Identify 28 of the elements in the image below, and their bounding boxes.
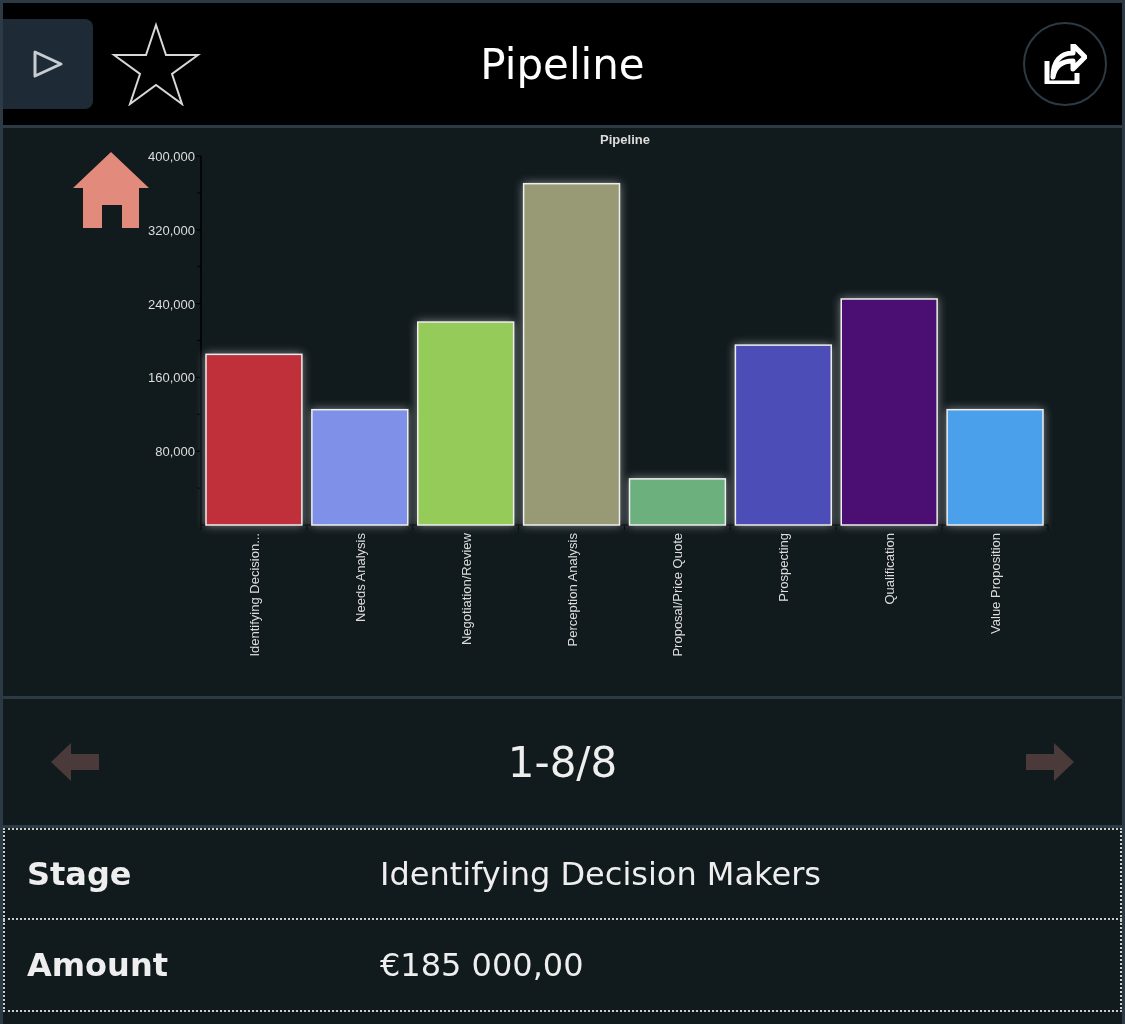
x-tick-label: Prospecting — [776, 533, 792, 602]
y-tick-label: 400,000 — [148, 149, 195, 164]
share-icon — [1043, 44, 1087, 84]
star-icon[interactable] — [111, 22, 201, 106]
x-tick-label: Identifying Decision... — [246, 533, 262, 657]
field-value: €185 000,00 — [380, 946, 584, 984]
home-icon[interactable] — [73, 152, 149, 228]
page-counter: 1-8/8 — [507, 737, 618, 787]
field-value: Identifying Decision Makers — [380, 855, 821, 893]
y-tick-label: 80,000 — [155, 444, 195, 460]
x-tick-label: Qualification — [882, 533, 898, 605]
chart-title: Pipeline — [600, 132, 650, 147]
y-tick-label: 320,000 — [148, 222, 195, 238]
x-tick-label: Value Proposition — [988, 533, 1004, 634]
x-tick-label: Negotiation/Review — [458, 533, 474, 645]
bar[interactable] — [734, 344, 832, 526]
field-label: Amount — [26, 946, 169, 984]
bar[interactable] — [522, 182, 621, 526]
x-tick-label: Proposal/Price Quote — [670, 533, 686, 657]
play-button[interactable] — [3, 19, 93, 109]
y-tick-label: 240,000 — [148, 296, 195, 312]
x-tick-label: Perception Analysis — [564, 533, 580, 647]
page-title: Pipeline — [480, 39, 645, 89]
y-tick-label: 160,000 — [148, 370, 195, 386]
field-label: Stage — [26, 855, 133, 893]
play-icon — [31, 49, 65, 79]
bar[interactable] — [840, 298, 938, 526]
x-tick-label: Needs Analysis — [352, 533, 368, 622]
